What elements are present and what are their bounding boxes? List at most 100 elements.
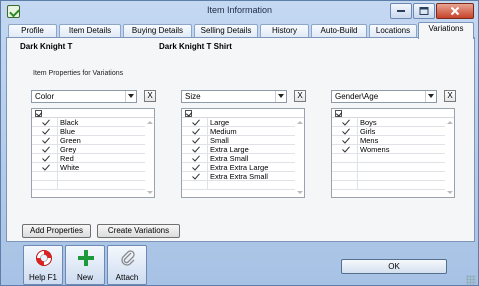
list-item[interactable]: Mens (332, 136, 445, 145)
value-checkbox[interactable] (32, 181, 58, 189)
list-item[interactable]: White (32, 163, 145, 172)
list-item[interactable] (332, 154, 445, 163)
scrollbar[interactable] (445, 118, 454, 197)
value-checkbox[interactable] (182, 163, 208, 171)
list-item[interactable]: Small (182, 136, 295, 145)
list-item[interactable]: Grey (32, 145, 145, 154)
value-checkbox[interactable] (332, 136, 358, 144)
tab-variations[interactable]: Variations (418, 22, 474, 39)
tab-profile[interactable]: Profile (8, 24, 57, 38)
value-checkbox[interactable] (332, 145, 358, 153)
value-checkbox[interactable] (332, 154, 358, 162)
value-checkbox[interactable] (332, 127, 358, 135)
value-checkbox[interactable] (182, 172, 208, 180)
tab-buying-details[interactable]: Buying Details (123, 24, 192, 38)
value-checkbox[interactable] (182, 136, 208, 144)
chevron-down-icon[interactable] (275, 91, 286, 102)
list-item[interactable] (332, 172, 445, 181)
remove-property-button[interactable]: X (294, 90, 306, 102)
value-checkbox[interactable] (32, 154, 58, 162)
list-item[interactable] (32, 181, 145, 190)
attach-label: Attach (115, 273, 139, 282)
tab-auto-build[interactable]: Auto-Build (311, 24, 367, 38)
value-checkbox[interactable] (32, 163, 58, 171)
checkmark-icon (42, 128, 50, 135)
list-item[interactable]: Girls (332, 127, 445, 136)
value-checkbox[interactable] (332, 172, 358, 180)
property-select-value: Size (185, 92, 201, 101)
tab-strip: Profile Item Details Buying Details Sell… (6, 22, 475, 39)
tab-locations[interactable]: Locations (369, 24, 417, 38)
attach-button[interactable]: Attach (107, 245, 147, 285)
list-item[interactable]: Boys (332, 118, 445, 127)
help-button[interactable]: Help F1 (23, 245, 63, 285)
value-checkbox[interactable] (332, 118, 358, 126)
chevron-down-icon[interactable] (425, 91, 436, 102)
minimize-button[interactable] (390, 3, 412, 19)
list-item[interactable]: Green (32, 136, 145, 145)
chevron-down-icon[interactable] (125, 91, 136, 102)
minimize-icon (397, 10, 405, 12)
list-item[interactable]: Black (32, 118, 145, 127)
value-label: Extra Extra Large (210, 163, 269, 172)
list-item[interactable]: Extra Extra Large (182, 163, 295, 172)
value-checkbox[interactable] (182, 154, 208, 162)
create-variations-button[interactable]: Create Variations (97, 224, 180, 238)
value-checkbox[interactable] (32, 172, 58, 180)
close-button[interactable] (436, 3, 474, 19)
value-checkbox[interactable] (32, 136, 58, 144)
select-all-checkbox[interactable] (335, 110, 342, 117)
scrollbar[interactable] (295, 118, 304, 197)
value-checkbox[interactable] (182, 127, 208, 135)
values-grid: Large Medium Small Extra Large Extra Small Ex… (181, 108, 305, 198)
list-item[interactable]: Red (32, 154, 145, 163)
scrollbar[interactable] (145, 118, 154, 197)
value-checkbox[interactable] (32, 127, 58, 135)
select-all-checkbox[interactable] (185, 110, 192, 117)
checkmark-icon (42, 146, 50, 153)
value-checkbox[interactable] (182, 145, 208, 153)
tab-history[interactable]: History (260, 24, 309, 38)
add-properties-button[interactable]: Add Properties (22, 224, 91, 238)
list-item[interactable] (332, 181, 445, 190)
help-label: Help F1 (28, 273, 57, 282)
resize-grip[interactable] (466, 275, 476, 285)
value-label: Girls (360, 127, 376, 136)
value-checkbox[interactable] (182, 181, 208, 189)
select-all-checkbox[interactable] (35, 110, 42, 117)
list-item[interactable] (332, 163, 445, 172)
values-grid: Black Blue Green Grey Red White (31, 108, 155, 198)
list-item[interactable]: Womens (332, 145, 445, 154)
value-label: Red (60, 154, 74, 163)
list-item[interactable] (32, 172, 145, 181)
footer-toolbar: Help F1 New Attach OK (1, 242, 478, 286)
property-select[interactable]: Size (181, 90, 287, 103)
new-label: New (76, 273, 93, 282)
remove-property-button[interactable]: X (444, 90, 456, 102)
maximize-icon (419, 7, 429, 15)
list-item[interactable] (182, 181, 295, 190)
property-select[interactable]: Gender\Age (331, 90, 437, 103)
checkmark-icon (192, 137, 200, 144)
value-checkbox[interactable] (332, 163, 358, 171)
value-checkbox[interactable] (32, 145, 58, 153)
list-item[interactable]: Large (182, 118, 295, 127)
list-item[interactable]: Blue (32, 127, 145, 136)
checkmark-icon (192, 119, 200, 126)
checkmark-icon (342, 137, 350, 144)
list-item[interactable]: Extra Large (182, 145, 295, 154)
list-item[interactable]: Extra Extra Small (182, 172, 295, 181)
value-checkbox[interactable] (182, 118, 208, 126)
property-select[interactable]: Color (31, 90, 137, 103)
value-label: Boys (360, 118, 377, 127)
tab-item-details[interactable]: Item Details (59, 24, 121, 38)
list-item[interactable]: Medium (182, 127, 295, 136)
value-checkbox[interactable] (332, 181, 358, 189)
tab-selling-details[interactable]: Selling Details (194, 24, 258, 38)
ok-button[interactable]: OK (341, 259, 447, 274)
maximize-button[interactable] (413, 3, 435, 19)
list-item[interactable]: Extra Small (182, 154, 295, 163)
new-button[interactable]: New (65, 245, 105, 285)
remove-property-button[interactable]: X (144, 90, 156, 102)
value-checkbox[interactable] (32, 118, 58, 126)
